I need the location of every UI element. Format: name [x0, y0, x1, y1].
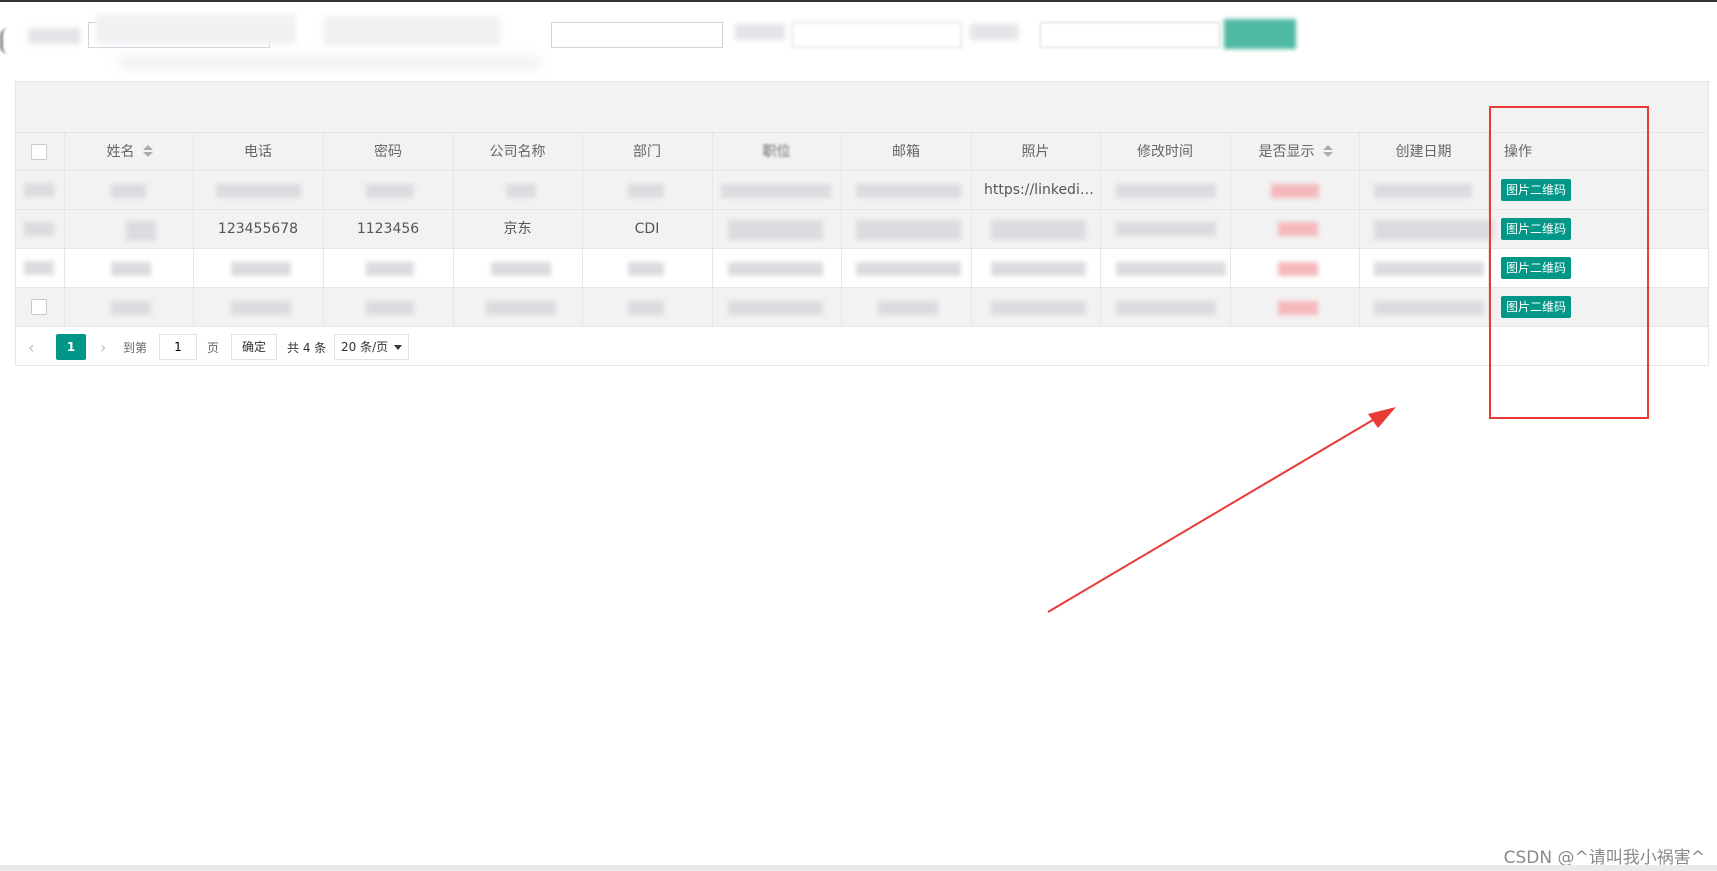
next-page-icon[interactable]: › [100, 338, 106, 357]
visible-status-blurred [1271, 184, 1319, 198]
name-cell-blurred [126, 221, 156, 241]
modified-time-cell-blurred [1116, 301, 1216, 315]
phone-cell-blurred [231, 301, 291, 315]
table-toolbar [16, 82, 1708, 132]
position-cell-blurred [728, 262, 823, 276]
department-cell: CDI [634, 221, 660, 237]
total-count: 共 4 条 [287, 341, 327, 355]
annotation-arrow [1047, 407, 1396, 613]
visible-status-blurred [1278, 262, 1318, 276]
company-cell-blurred [491, 262, 551, 276]
search-blur-1 [96, 14, 296, 44]
column-header-email: 邮箱 [892, 144, 920, 160]
search-blur-underline [120, 58, 540, 68]
column-header-modified-time: 修改时间 [1137, 144, 1193, 160]
sort-icon[interactable] [1322, 145, 1333, 157]
table-header-row: 姓名 电话 密码 公司名称 部门 职位 邮箱 照片 修改时间 是否显示 创建日期… [16, 132, 1708, 171]
created-date-cell-blurred [1374, 262, 1484, 276]
photo-cell: https://linkedi… [984, 182, 1094, 198]
department-cell-blurred [628, 184, 664, 198]
name-cell-blurred [111, 184, 146, 198]
prev-page-icon[interactable]: ‹ [28, 338, 34, 357]
arrow-head [1368, 407, 1396, 428]
phone-cell: 123455678 [217, 221, 299, 237]
search-bar-edge [0, 28, 17, 54]
row-checkbox-blurred[interactable] [24, 183, 54, 197]
created-date-cell-blurred [1374, 184, 1472, 198]
name-cell-blurred [111, 262, 151, 276]
chevron-down-icon [394, 345, 403, 350]
search-label-blurred-3 [970, 24, 1018, 40]
select-all-checkbox[interactable] [31, 144, 47, 160]
position-cell-blurred [728, 220, 823, 240]
confirm-button[interactable]: 确定 [231, 334, 278, 360]
department-cell-blurred [628, 301, 664, 315]
sort-icon[interactable] [142, 145, 153, 157]
created-date-cell-blurred [1374, 220, 1494, 240]
search-input-3[interactable] [551, 22, 723, 48]
goto-label: 到第 [123, 341, 148, 355]
modified-time-cell-blurred [1116, 262, 1226, 276]
visible-status-blurred [1278, 222, 1318, 236]
email-cell-blurred [856, 220, 961, 240]
search-button[interactable] [1224, 19, 1296, 49]
position-cell-blurred [728, 301, 823, 315]
name-cell-blurred [111, 301, 151, 315]
email-cell-blurred [856, 184, 961, 198]
search-label-blurred-2 [735, 24, 785, 40]
page-size-select[interactable]: 20 条/页 [334, 334, 410, 360]
page-unit-label: 页 [207, 341, 220, 355]
row-checkbox[interactable] [31, 299, 47, 315]
password-cell-blurred [366, 301, 414, 315]
column-header-phone: 电话 [244, 144, 272, 160]
email-cell-blurred [856, 262, 961, 276]
table-row: 图片二维码 [16, 288, 1708, 327]
current-page-button[interactable]: 1 [56, 334, 86, 360]
photo-cell-blurred [991, 301, 1086, 315]
photo-cell-blurred [991, 220, 1086, 240]
created-date-cell-blurred [1374, 301, 1484, 315]
search-input-2[interactable] [324, 16, 500, 46]
row-checkbox-blurred[interactable] [24, 222, 54, 236]
table-row: https://linkedi… 图片二维码 [16, 171, 1708, 210]
column-header-position: 职位 [762, 144, 791, 160]
pagination: ‹ 1 › 到第 页 确定 共 4 条 20 条/页 [16, 334, 436, 360]
column-header-photo: 照片 [1021, 144, 1050, 160]
password-cell: 1123456 [356, 221, 420, 237]
column-header-password: 密码 [374, 144, 402, 160]
arrow-shaft [1047, 413, 1384, 613]
row-checkbox-blurred[interactable] [24, 261, 54, 275]
modified-time-cell-blurred [1116, 222, 1216, 236]
column-header-visible[interactable]: 是否显示 [1230, 133, 1359, 172]
search-label-blurred [28, 28, 80, 44]
company-cell-blurred [506, 184, 536, 198]
phone-cell-blurred [231, 262, 291, 276]
modified-time-cell-blurred [1116, 184, 1216, 198]
page-number-input[interactable] [159, 334, 197, 360]
highlight-box [1489, 106, 1649, 419]
window-top-border [0, 0, 1717, 2]
visible-status-blurred [1278, 301, 1318, 315]
department-cell-blurred [628, 262, 664, 276]
company-cell-blurred [486, 301, 556, 315]
table-row: 123455678 1123456 京东 CDI 图片二维码 [16, 210, 1708, 249]
bottom-bar [0, 865, 1717, 871]
password-cell-blurred [366, 184, 414, 198]
email-cell-blurred [878, 301, 938, 315]
position-cell-blurred [721, 184, 831, 198]
company-cell: 京东 [503, 221, 532, 237]
table-row: 图片二维码 [16, 249, 1708, 288]
phone-cell-blurred [216, 184, 301, 198]
column-header-name[interactable]: 姓名 [64, 133, 193, 172]
search-input-4[interactable] [792, 22, 962, 48]
column-header-company: 公司名称 [489, 144, 546, 160]
photo-cell-blurred [991, 262, 1086, 276]
column-header-department: 部门 [633, 144, 661, 160]
password-cell-blurred [366, 262, 414, 276]
search-input-5[interactable] [1040, 22, 1220, 48]
column-header-created-date: 创建日期 [1395, 144, 1452, 160]
